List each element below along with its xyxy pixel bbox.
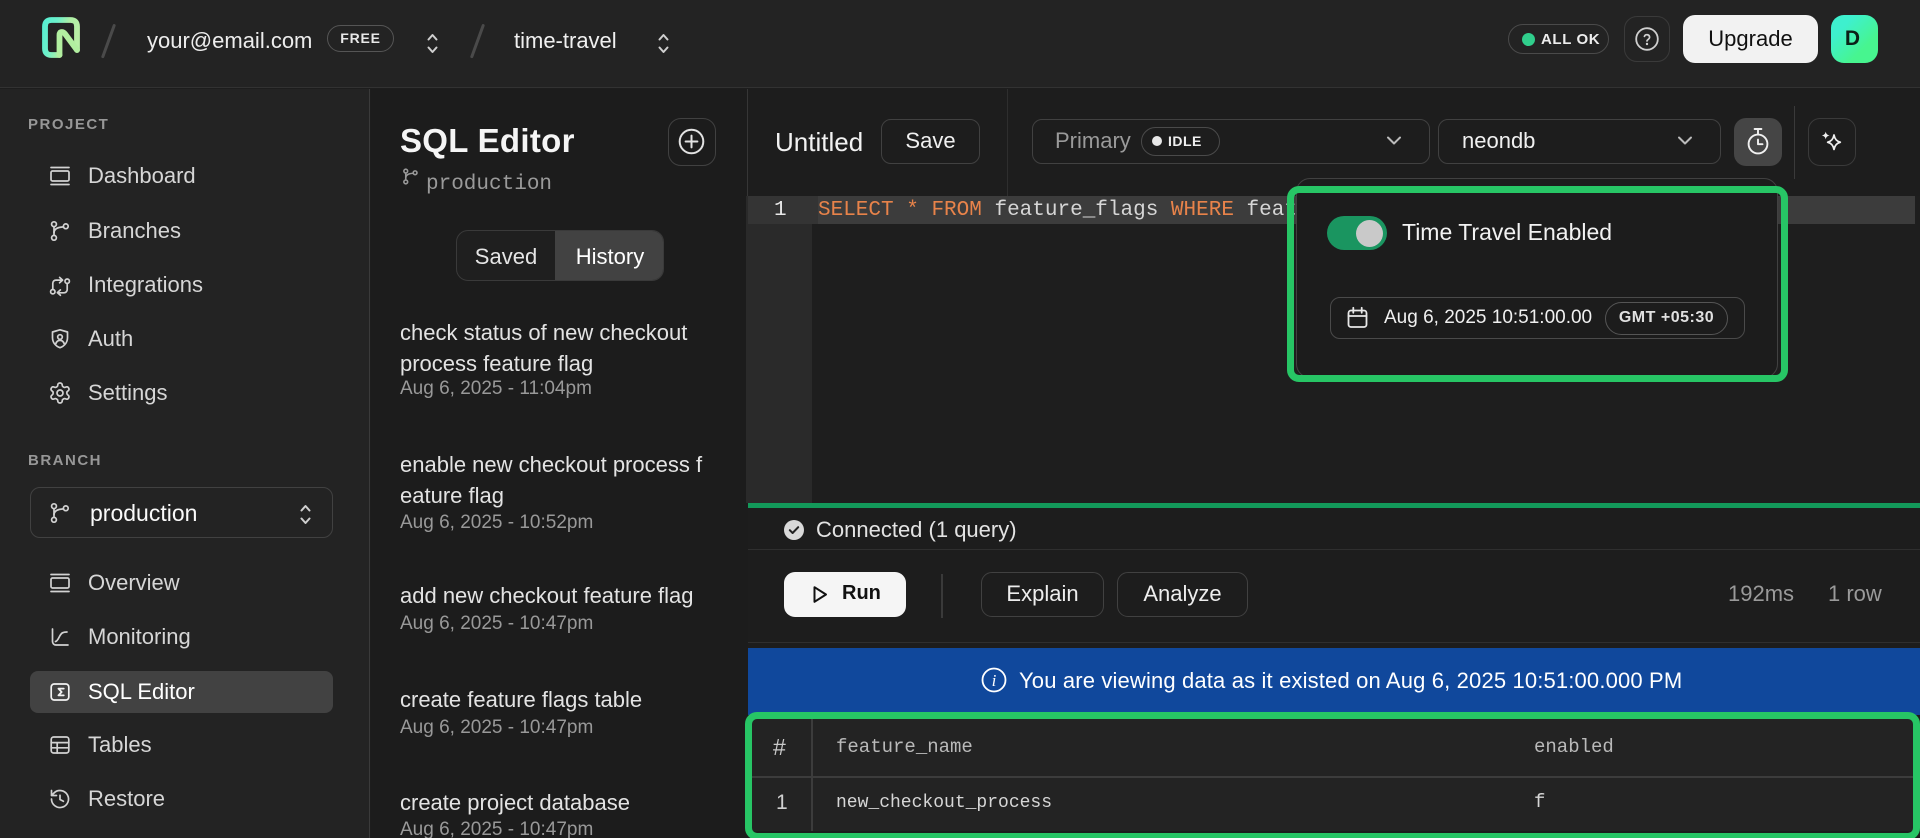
svg-text:i: i bbox=[992, 671, 997, 690]
